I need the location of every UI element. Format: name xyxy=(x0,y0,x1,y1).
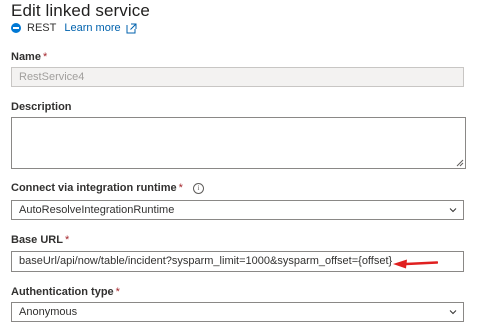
chevron-down-icon[interactable] xyxy=(449,206,457,214)
base-url-label: Base URL * xyxy=(11,234,69,246)
required-mark: * xyxy=(64,234,70,246)
authentication-type-label-text: Authentication type xyxy=(11,286,114,298)
authentication-type-value: Anonymous xyxy=(19,306,78,318)
integration-runtime-value: AutoResolveIntegrationRuntime xyxy=(19,204,175,216)
service-type-label: REST xyxy=(27,22,57,34)
authentication-type-dropdown[interactable]: Anonymous xyxy=(11,302,464,322)
name-label-text: Name xyxy=(11,51,41,63)
description-label: Description xyxy=(11,101,72,113)
rest-service-icon xyxy=(11,23,21,33)
authentication-type-label: Authentication type * xyxy=(11,286,120,298)
external-link-icon[interactable] xyxy=(126,23,137,34)
integration-runtime-dropdown[interactable]: AutoResolveIntegrationRuntime xyxy=(11,200,464,220)
name-field[interactable]: RestService4 xyxy=(11,67,464,87)
learn-more-link[interactable]: Learn more xyxy=(64,22,120,34)
page-title: Edit linked service xyxy=(11,1,150,20)
description-field[interactable] xyxy=(11,117,466,169)
name-label: Name * xyxy=(11,51,47,63)
required-mark: * xyxy=(178,182,183,194)
info-icon[interactable]: i xyxy=(192,183,204,194)
integration-runtime-label-text: Connect via integration runtime xyxy=(11,182,177,194)
resize-grip-icon[interactable] xyxy=(456,159,464,167)
service-type-row: REST Learn more xyxy=(11,22,137,34)
red-arrow-icon xyxy=(393,259,438,269)
base-url-label-text: Base URL xyxy=(11,234,63,246)
required-mark: * xyxy=(42,51,48,63)
chevron-down-icon[interactable] xyxy=(449,308,457,316)
required-mark: * xyxy=(115,286,120,298)
integration-runtime-label: Connect via integration runtime * i xyxy=(11,182,204,194)
